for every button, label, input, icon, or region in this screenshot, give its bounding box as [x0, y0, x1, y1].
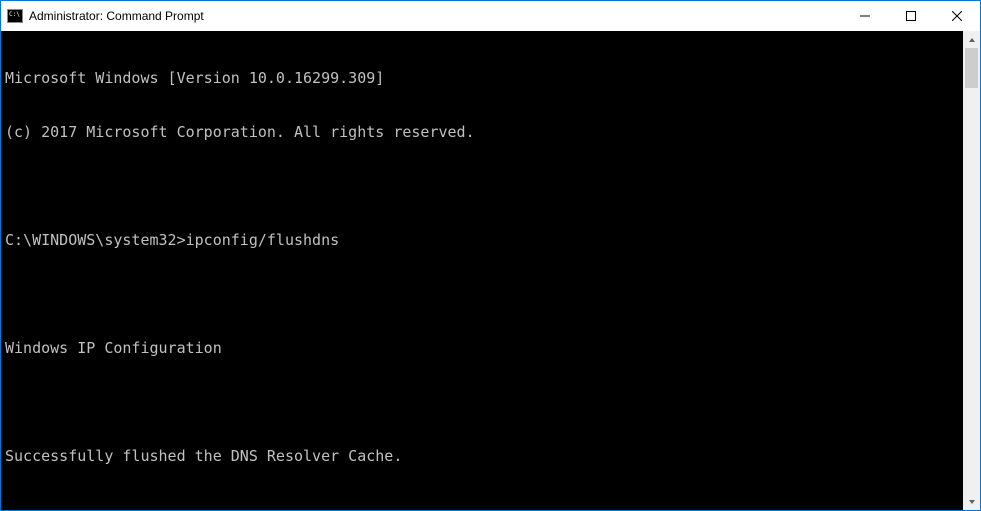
- content-area: Microsoft Windows [Version 10.0.16299.30…: [1, 31, 980, 510]
- maximize-button[interactable]: [888, 1, 934, 31]
- terminal-line: Windows IP Configuration: [5, 339, 959, 357]
- svg-text:C:\: C:\: [9, 11, 20, 18]
- window: C:\ Administrator: Command Prompt Micros…: [0, 0, 981, 511]
- terminal-blank: [5, 501, 959, 510]
- window-controls: [842, 1, 980, 31]
- scroll-up-button[interactable]: [963, 31, 980, 48]
- terminal-line: Microsoft Windows [Version 10.0.16299.30…: [5, 69, 959, 87]
- scroll-down-button[interactable]: [963, 493, 980, 510]
- terminal-line: (c) 2017 Microsoft Corporation. All righ…: [5, 123, 959, 141]
- terminal-blank: [5, 285, 959, 303]
- scrollbar-thumb[interactable]: [965, 48, 978, 88]
- terminal-line: C:\WINDOWS\system32>ipconfig/flushdns: [5, 231, 959, 249]
- close-button[interactable]: [934, 1, 980, 31]
- scrollbar-track[interactable]: [963, 48, 980, 493]
- terminal-line: Successfully flushed the DNS Resolver Ca…: [5, 447, 959, 465]
- minimize-button[interactable]: [842, 1, 888, 31]
- window-title: Administrator: Command Prompt: [29, 9, 204, 23]
- terminal-blank: [5, 393, 959, 411]
- titlebar[interactable]: C:\ Administrator: Command Prompt: [1, 1, 980, 31]
- cmd-icon: C:\: [7, 8, 23, 24]
- command: ipconfig/flushdns: [186, 231, 340, 249]
- vertical-scrollbar[interactable]: [963, 31, 980, 510]
- terminal[interactable]: Microsoft Windows [Version 10.0.16299.30…: [1, 31, 963, 510]
- terminal-blank: [5, 177, 959, 195]
- prompt: C:\WINDOWS\system32>: [5, 231, 186, 249]
